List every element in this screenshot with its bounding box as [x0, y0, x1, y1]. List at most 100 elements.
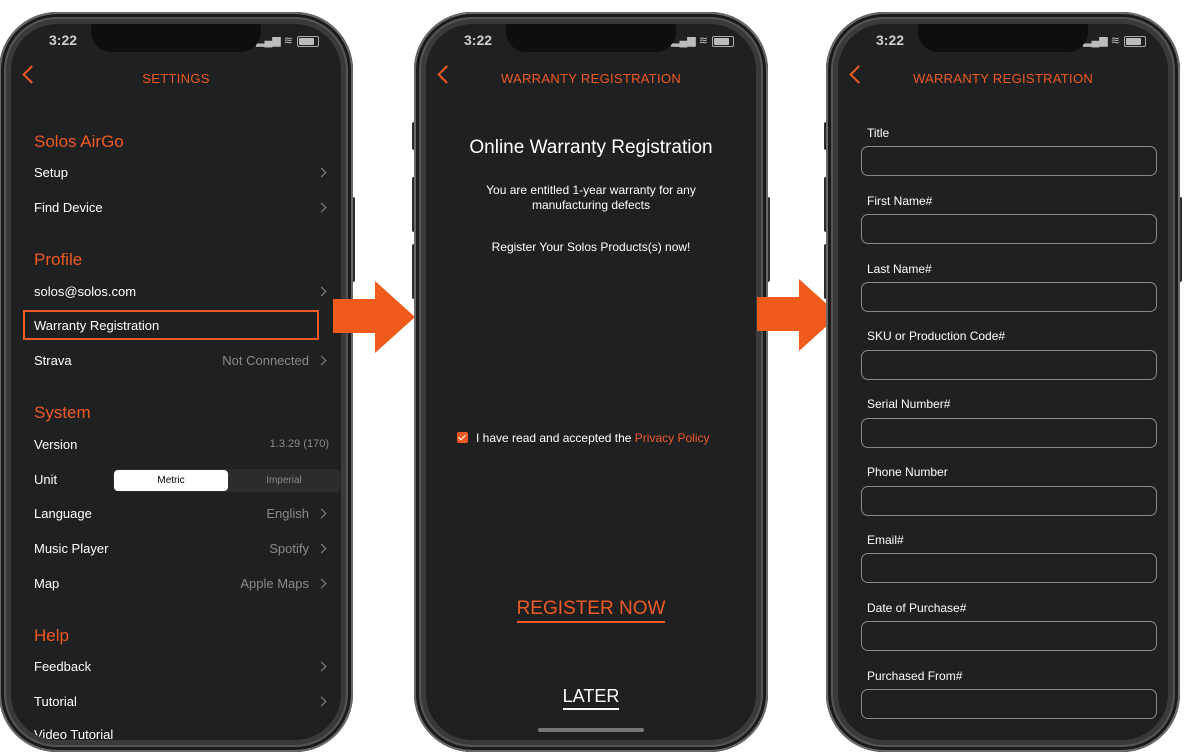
- chevron-right-icon: [316, 543, 327, 554]
- field-label-sku: SKU or Production Code#: [867, 329, 1006, 343]
- notch: [918, 24, 1088, 52]
- chevron-right-icon: [316, 696, 327, 707]
- page-title: WARRANTY REGISTRATION: [912, 71, 1094, 86]
- status-time: 3:22: [464, 32, 493, 48]
- settings-row-language[interactable]: Language English: [34, 499, 329, 529]
- chevron-right-icon: [316, 508, 327, 519]
- row-value: Not Connected: [222, 353, 309, 368]
- settings-row-music-player[interactable]: Music Player Spotify: [34, 534, 329, 564]
- later-button[interactable]: LATER: [426, 686, 756, 710]
- row-label: solos@solos.com: [34, 284, 137, 299]
- version-value: 1.3.29 (170): [269, 438, 329, 450]
- status-time: 3:22: [49, 32, 78, 48]
- field-label-purchased-from: Purchased From#: [867, 669, 963, 683]
- signal-wifi-icon: ▂▄▆ ≋: [671, 35, 708, 47]
- page-title: WARRANTY REGISTRATION: [500, 71, 682, 86]
- last-name-field[interactable]: [861, 282, 1157, 312]
- section-title-solos-airgo: Solos AirGo: [34, 132, 124, 151]
- settings-row-strava[interactable]: Strava Not Connected: [34, 346, 329, 376]
- date-of-purchase-field[interactable]: [861, 621, 1157, 651]
- warranty-heading: Online Warranty Registration: [469, 137, 713, 158]
- field-label-first-name: First Name#: [867, 194, 933, 208]
- field-label-title: Title: [867, 126, 890, 140]
- privacy-consent-text: I have read and accepted the Privacy Pol…: [476, 431, 709, 445]
- unit-option-imperial[interactable]: Imperial: [227, 470, 341, 491]
- unit-segmented-control[interactable]: Metric Imperial: [113, 469, 341, 492]
- phone-warranty-intro: 3:22 ▂▄▆ ≋ WARRANTY REGISTRATION Online …: [412, 12, 770, 752]
- section-title-profile: Profile: [34, 250, 83, 269]
- title-field[interactable]: [861, 146, 1157, 176]
- settings-row-video-tutorial[interactable]: Video Tutorial: [34, 720, 329, 740]
- settings-row-map[interactable]: Map Apple Maps: [34, 569, 329, 599]
- chevron-right-icon: [316, 202, 327, 213]
- settings-row-find-device[interactable]: Find Device: [34, 193, 329, 223]
- privacy-policy-link[interactable]: Privacy Policy: [635, 431, 710, 445]
- chevron-right-icon: [316, 286, 327, 297]
- later-label: LATER: [562, 686, 620, 710]
- signal-wifi-icon: ▂▄▆ ≋: [1083, 35, 1120, 47]
- row-label: Tutorial: [34, 694, 77, 709]
- chevron-right-icon: [316, 355, 327, 366]
- privacy-consent-label: I have read and accepted the: [476, 431, 632, 445]
- phone-settings: 3:22 ▂▄▆ ≋ SETTINGS Solos AirGo Setup Fi…: [0, 12, 355, 752]
- field-label-last-name: Last Name#: [867, 262, 932, 276]
- settings-row-setup[interactable]: Setup: [34, 158, 329, 188]
- section-title-help: Help: [34, 626, 69, 645]
- row-label: Map: [34, 576, 60, 591]
- row-label: Version: [34, 437, 78, 452]
- status-time: 3:22: [876, 32, 905, 48]
- warranty-form-screen: 3:22 ▂▄▆ ≋ WARRANTY REGISTRATION Title F…: [838, 24, 1168, 740]
- chevron-right-icon: [316, 167, 327, 178]
- row-value: Spotify: [269, 541, 309, 556]
- chevron-right-icon: [316, 578, 327, 589]
- sku-field[interactable]: [861, 350, 1157, 380]
- notch: [91, 24, 261, 52]
- checkbox-checked-icon[interactable]: [457, 432, 468, 443]
- field-label-phone-number: Phone Number: [867, 465, 948, 479]
- warranty-description: You are entitled 1-year warranty for any…: [486, 183, 696, 212]
- nav-bar: WARRANTY REGISTRATION: [426, 64, 756, 94]
- first-name-field[interactable]: [861, 214, 1157, 244]
- row-label: Setup: [34, 165, 68, 180]
- warranty-call-to-action: Register Your Solos Products(s) now!: [491, 240, 691, 254]
- serial-number-field[interactable]: [861, 418, 1157, 448]
- unit-option-metric[interactable]: Metric: [114, 470, 228, 491]
- battery-icon: [297, 36, 319, 47]
- row-label: Language: [34, 506, 92, 521]
- row-label: Find Device: [34, 200, 103, 215]
- settings-row-tutorial[interactable]: Tutorial: [34, 687, 329, 717]
- phone-warranty-form: 3:22 ▂▄▆ ≋ WARRANTY REGISTRATION Title F…: [824, 12, 1182, 752]
- section-title-system: System: [34, 403, 91, 422]
- notch: [506, 24, 676, 52]
- row-value: English: [266, 506, 309, 521]
- row-label: Warranty Registration: [34, 318, 160, 333]
- arrow-right-icon: [333, 281, 415, 353]
- email-field[interactable]: [861, 553, 1157, 583]
- settings-row-account[interactable]: solos@solos.com: [34, 277, 329, 307]
- settings-screen: 3:22 ▂▄▆ ≋ SETTINGS Solos AirGo Setup Fi…: [11, 24, 341, 740]
- phone-number-field[interactable]: [861, 486, 1157, 516]
- page-title: SETTINGS: [142, 71, 210, 86]
- signal-wifi-icon: ▂▄▆ ≋: [256, 35, 293, 47]
- row-value: Apple Maps: [240, 576, 309, 591]
- battery-icon: [1124, 36, 1146, 47]
- chevron-right-icon: [316, 661, 327, 672]
- field-label-date-of-purchase: Date of Purchase#: [867, 601, 967, 615]
- row-label: Video Tutorial: [34, 727, 114, 740]
- register-now-button[interactable]: REGISTER NOW: [426, 598, 756, 623]
- warranty-intro-screen: 3:22 ▂▄▆ ≋ WARRANTY REGISTRATION Online …: [426, 24, 756, 740]
- register-now-label: REGISTER NOW: [516, 598, 666, 623]
- settings-row-feedback[interactable]: Feedback: [34, 652, 329, 682]
- row-label: Music Player: [34, 541, 109, 556]
- row-label: Strava: [34, 353, 72, 368]
- nav-bar: WARRANTY REGISTRATION: [838, 64, 1168, 94]
- field-label-email: Email#: [867, 533, 904, 547]
- field-label-serial-number: Serial Number#: [867, 397, 951, 411]
- home-indicator: [538, 728, 644, 732]
- row-label: Unit: [34, 472, 58, 487]
- row-label: Feedback: [34, 659, 92, 674]
- purchased-from-field[interactable]: [861, 689, 1157, 719]
- settings-row-warranty-registration[interactable]: Warranty Registration: [34, 311, 329, 341]
- nav-bar: SETTINGS: [11, 64, 341, 94]
- battery-icon: [712, 36, 734, 47]
